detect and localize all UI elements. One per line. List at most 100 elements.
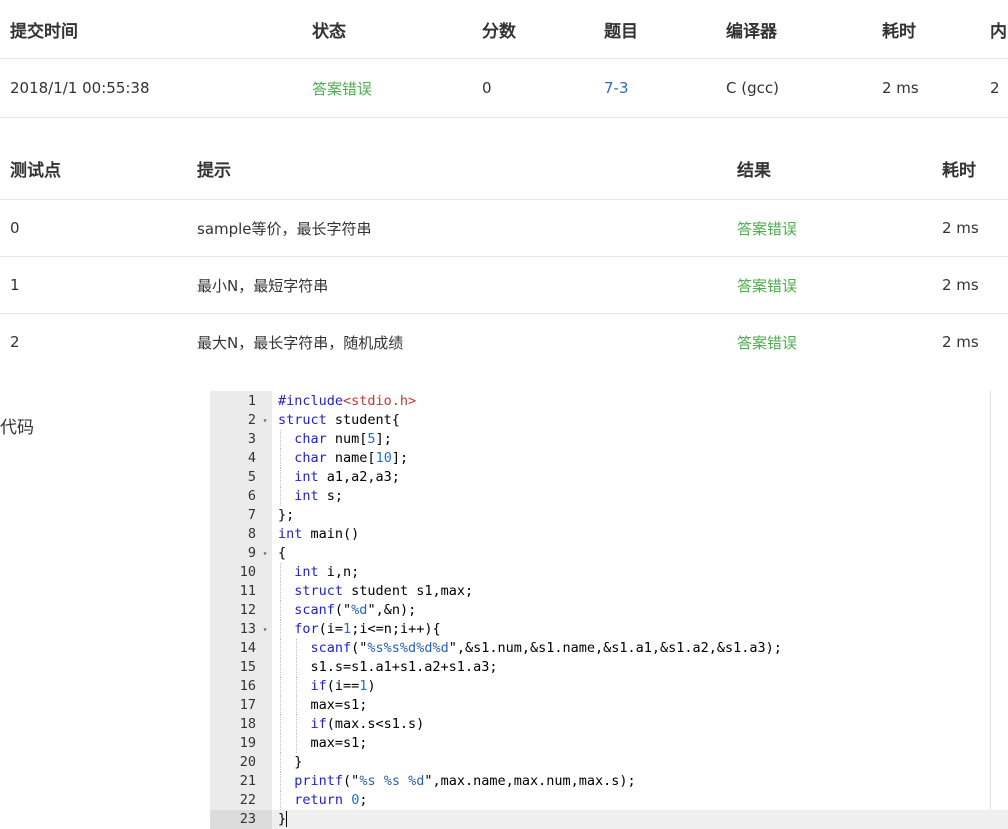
- submit-time: 2018/1/1 00:55:38: [10, 79, 150, 97]
- code-line[interactable]: 23}: [210, 810, 1008, 829]
- table-row: 0 sample等价，最长字符串 答案错误 2 ms: [0, 200, 1008, 257]
- score-value: 0: [482, 79, 492, 97]
- testcase-hint: sample等价，最长字符串: [197, 219, 372, 238]
- code-line[interactable]: 17 max=s1;: [210, 696, 1008, 715]
- code-text: int a1,a2,a3;: [294, 469, 400, 485]
- line-number: 10: [239, 564, 256, 580]
- code-text: char name[10];: [294, 450, 409, 466]
- col-header-problem: 题目: [604, 21, 638, 42]
- testcase-table: 测试点 提示 结果 耗时 0 sample等价，最长字符串 答案错误 2 ms …: [0, 138, 1008, 372]
- code-line[interactable]: 3 char num[5];: [210, 430, 1008, 449]
- code-text: #include<stdio.h>: [278, 393, 417, 409]
- line-number: 11: [239, 583, 256, 599]
- line-number: 3: [247, 431, 256, 447]
- code-line[interactable]: 14 scanf("%s%s%d%d%d",&s1.num,&s1.name,&…: [210, 639, 1008, 658]
- testcase-time: 2 ms: [942, 333, 979, 351]
- line-number: 2: [247, 412, 256, 428]
- code-line[interactable]: 7};: [210, 506, 1008, 525]
- code-section-label: 代码: [0, 418, 34, 438]
- submission-header-row: 提交时间 状态 分数 题目 编译器 耗时 内: [0, 0, 1008, 59]
- code-line[interactable]: 21 printf("%s %s %d",max.name,max.num,ma…: [210, 772, 1008, 791]
- compiler-value: C (gcc): [726, 79, 779, 97]
- line-number: 18: [239, 716, 256, 732]
- code-text: int i,n;: [294, 564, 360, 580]
- code-line[interactable]: 5 int a1,a2,a3;: [210, 468, 1008, 487]
- line-number: 1: [247, 393, 256, 409]
- testcase-hint: 最大N，最长字符串，随机成绩: [197, 333, 404, 352]
- fold-toggle-icon[interactable]: ▾: [260, 544, 270, 563]
- code-text: char num[5];: [294, 431, 392, 447]
- code-text: for(i=1;i<=n;i++){: [294, 621, 441, 637]
- code-line[interactable]: 10 int i,n;: [210, 563, 1008, 582]
- code-text: }: [278, 754, 303, 770]
- memory-value: 2: [990, 79, 1000, 97]
- code-line[interactable]: 13 ▾ for(i=1;i<=n;i++){: [210, 620, 1008, 639]
- col-header-result: 结果: [737, 161, 771, 181]
- testcase-result: 答案错误: [737, 219, 798, 238]
- col-header-score: 分数: [482, 21, 516, 42]
- submission-table: 提交时间 状态 分数 题目 编译器 耗时 内 2018/1/1 00:55:38…: [0, 0, 1008, 118]
- code-line[interactable]: 15 s1.s=s1.a1+s1.a2+s1.a3;: [210, 658, 1008, 677]
- code-text: s1.s=s1.a1+s1.a2+s1.a3;: [278, 659, 498, 675]
- line-number: 17: [239, 697, 256, 713]
- code-text: int main(): [278, 526, 360, 542]
- code-line[interactable]: 2 ▾ struct student{: [210, 411, 1008, 430]
- duration-value: 2 ms: [882, 79, 919, 97]
- code-line[interactable]: 4 char name[10];: [210, 449, 1008, 468]
- col-header-compiler: 编译器: [726, 21, 777, 42]
- testcase-result: 答案错误: [737, 333, 798, 352]
- code-text: struct student{: [278, 412, 400, 428]
- problem-link[interactable]: 7-3: [604, 59, 629, 117]
- code-text: }: [278, 811, 288, 827]
- code-editor[interactable]: 1 #include<stdio.h> 2 ▾ struct student{3 cha…: [210, 391, 1008, 829]
- code-line[interactable]: 1 #include<stdio.h>: [210, 392, 1008, 411]
- code-text: if(max.s<s1.s): [310, 716, 425, 732]
- fold-toggle-icon[interactable]: ▾: [260, 620, 270, 639]
- line-number: 20: [239, 754, 256, 770]
- code-text: };: [278, 507, 295, 523]
- line-number: 5: [247, 469, 256, 485]
- col-header-memory: 内: [990, 21, 1007, 42]
- testcase-hint: 最小N，最短字符串: [197, 276, 329, 295]
- line-number: 7: [247, 507, 256, 523]
- col-header-testcase: 测试点: [10, 161, 61, 181]
- line-number: 6: [247, 488, 256, 504]
- testcase-result: 答案错误: [737, 276, 798, 295]
- code-line[interactable]: 9 ▾ {: [210, 544, 1008, 563]
- submission-row: 2018/1/1 00:55:38 答案错误 0 7-3 C (gcc) 2 m…: [0, 59, 1008, 118]
- status-badge: 答案错误: [312, 79, 373, 98]
- testcase-time: 2 ms: [942, 276, 979, 294]
- testcase-id: 2: [10, 333, 20, 351]
- code-line[interactable]: 8 int main(): [210, 525, 1008, 544]
- code-text: max=s1;: [278, 697, 368, 713]
- line-number: 13: [239, 621, 256, 637]
- line-number: 22: [239, 792, 256, 808]
- testcase-header-row: 测试点 提示 结果 耗时: [0, 138, 1008, 200]
- col-header-duration: 耗时: [882, 21, 916, 42]
- code-line[interactable]: 19 max=s1;: [210, 734, 1008, 753]
- line-number: 14: [239, 640, 256, 656]
- line-number: 4: [247, 450, 256, 466]
- code-line[interactable]: 6 int s;: [210, 487, 1008, 506]
- fold-toggle-icon[interactable]: ▾: [260, 411, 270, 430]
- line-number: 21: [239, 773, 256, 789]
- col-header-time: 耗时: [942, 161, 976, 181]
- line-number: 16: [239, 678, 256, 694]
- line-number: 15: [239, 659, 256, 675]
- code-line[interactable]: 12 scanf("%d",&n);: [210, 601, 1008, 620]
- code-line[interactable]: 22 return 0;: [210, 791, 1008, 810]
- code-line[interactable]: 20 }: [210, 753, 1008, 772]
- code-line[interactable]: 16 if(i==1): [210, 677, 1008, 696]
- col-header-status: 状态: [312, 21, 346, 42]
- line-number: 12: [239, 602, 256, 618]
- table-row: 1 最小N，最短字符串 答案错误 2 ms: [0, 257, 1008, 314]
- code-text: if(i==1): [310, 678, 376, 694]
- code-line[interactable]: 11 struct student s1,max;: [210, 582, 1008, 601]
- code-line[interactable]: 18 if(max.s<s1.s): [210, 715, 1008, 734]
- code-text: struct student s1,max;: [294, 583, 474, 599]
- line-number: 8: [247, 526, 256, 542]
- testcase-id: 0: [10, 219, 20, 237]
- testcase-id: 1: [10, 276, 20, 294]
- code-text: scanf("%s%s%d%d%d",&s1.num,&s1.name,&s1.…: [310, 640, 782, 656]
- code-text: max=s1;: [278, 735, 368, 751]
